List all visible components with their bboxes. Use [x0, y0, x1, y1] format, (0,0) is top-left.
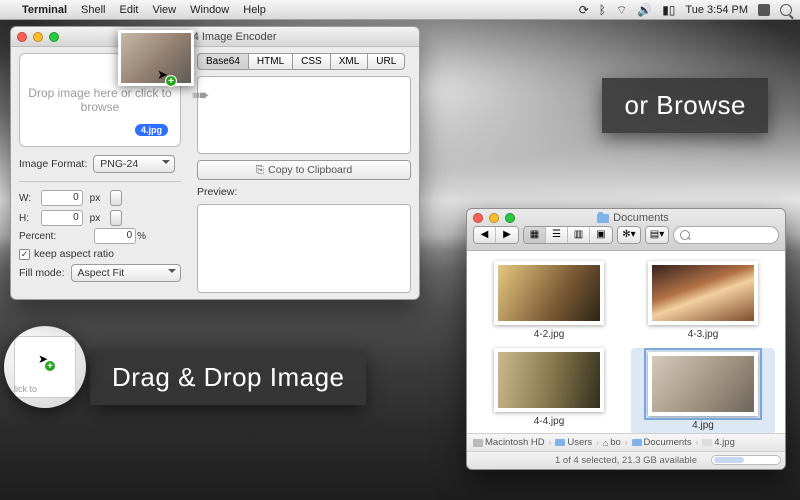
action-menu-button[interactable]: ✻▾	[618, 227, 640, 243]
width-input[interactable]: 0	[41, 190, 83, 206]
close-window-button[interactable]	[473, 213, 483, 223]
menu-edit[interactable]: Edit	[120, 4, 139, 16]
bubble-text: lick to	[14, 384, 37, 394]
fillmode-select[interactable]: Aspect Fit	[71, 264, 181, 282]
file-name: 4.jpg	[692, 420, 714, 431]
width-unit: px	[90, 193, 107, 204]
image-format-select[interactable]: PNG-24	[93, 155, 175, 173]
volume-status-icon[interactable]: 🔊	[637, 4, 652, 16]
file-thumbnail	[494, 261, 604, 325]
folder-icon	[597, 214, 609, 223]
nav-back-forward[interactable]: ◀ ▶	[473, 226, 519, 244]
image-icon	[702, 439, 712, 446]
app-menu[interactable]: Terminal	[22, 4, 67, 16]
file-name: 4-3.jpg	[688, 329, 719, 340]
copy-button-label: Copy to Clipboard	[268, 164, 352, 176]
dropzone-text: Drop image here or click to	[28, 86, 171, 100]
file-item[interactable]: 4-3.jpg	[631, 261, 775, 340]
tab-xml[interactable]: XML	[330, 53, 368, 70]
folder-icon	[555, 439, 565, 446]
preview-box	[197, 204, 411, 293]
percent-input[interactable]: 0	[94, 228, 136, 244]
finder-window: Documents ◀ ▶ ▦ ☰ ▥ ▣ ✻▾ ▤▾ 4-2.jpg	[466, 208, 786, 470]
encoder-window: Base64 Image Encoder Drop image here or …	[10, 26, 420, 300]
percent-label: Percent:	[19, 231, 91, 242]
arrow-right-icon: ➠	[191, 85, 209, 106]
mac-menubar: Terminal Shell Edit View Window Help ⟳ ᛒ…	[0, 0, 800, 20]
nav-forward-button[interactable]: ▶	[496, 227, 518, 243]
height-unit: px	[90, 213, 107, 224]
file-item[interactable]: 4-4.jpg	[477, 348, 621, 433]
encoder-titlebar[interactable]: Base64 Image Encoder	[11, 27, 419, 47]
coverflow-view-button[interactable]: ▣	[590, 227, 612, 243]
finder-path-bar[interactable]: Macintosh HD› Users› ⌂bo› Documents› 4.j…	[467, 433, 785, 451]
disk-icon	[473, 439, 483, 447]
icon-view-button[interactable]: ▦	[524, 227, 546, 243]
plus-badge-icon: +	[44, 360, 56, 372]
tab-css[interactable]: CSS	[292, 53, 330, 70]
menu-window[interactable]: Window	[190, 4, 229, 16]
dropped-file-badge: 4.jpg	[135, 124, 168, 136]
list-view-button[interactable]: ☰	[546, 227, 568, 243]
keep-aspect-label: keep aspect ratio	[34, 248, 114, 260]
tab-base64[interactable]: Base64	[197, 53, 248, 70]
bluetooth-status-icon[interactable]: ᛒ	[599, 4, 606, 16]
battery-status-icon[interactable]: ▮▯	[662, 4, 675, 16]
width-label: W:	[19, 193, 38, 204]
menu-help[interactable]: Help	[243, 4, 266, 16]
file-thumbnail	[648, 261, 758, 325]
height-label: H:	[19, 213, 38, 224]
finder-search-input[interactable]	[673, 226, 779, 244]
view-mode-segment: ▦ ☰ ▥ ▣	[523, 226, 613, 244]
format-label: Image Format:	[19, 158, 87, 170]
fillmode-label: Fill mode:	[19, 267, 65, 279]
finder-window-title: Documents	[487, 212, 779, 224]
plus-badge-icon: +	[165, 75, 177, 87]
tab-html[interactable]: HTML	[248, 53, 292, 70]
height-stepper[interactable]	[110, 210, 122, 226]
clipboard-icon: ⎘	[256, 164, 264, 177]
caption-drag-drop: Drag & Drop Image	[90, 350, 366, 405]
menu-shell[interactable]: Shell	[81, 4, 105, 16]
width-stepper[interactable]	[110, 190, 122, 206]
height-input[interactable]: 0	[41, 210, 83, 226]
finder-content[interactable]: 4-2.jpg 4-3.jpg 4-4.jpg 4.jpg	[467, 251, 785, 433]
file-name: 4-4.jpg	[534, 416, 565, 427]
output-textarea[interactable]	[197, 76, 411, 154]
wifi-status-icon[interactable]: ⌔	[616, 4, 627, 16]
horizontal-scrollbar[interactable]	[711, 455, 781, 465]
file-item-selected[interactable]: 4.jpg	[631, 348, 775, 433]
file-thumbnail	[494, 348, 604, 412]
user-menu-icon[interactable]	[758, 4, 770, 16]
output-tabs: Base64 HTML CSS XML URL	[197, 53, 411, 70]
folder-icon	[632, 439, 642, 446]
spotlight-icon[interactable]	[780, 4, 792, 16]
drag-ghost-thumbnail: ➤ +	[118, 30, 194, 86]
keep-aspect-checkbox[interactable]: ✓	[19, 249, 30, 260]
preview-label: Preview:	[197, 186, 411, 198]
menu-view[interactable]: View	[152, 4, 176, 16]
tab-url[interactable]: URL	[367, 53, 405, 70]
file-name: 4-2.jpg	[534, 329, 565, 340]
dropzone-text: browse	[81, 100, 120, 114]
percent-unit: %	[137, 231, 181, 242]
caption-or-browse: or Browse	[602, 78, 768, 133]
copy-to-clipboard-button[interactable]: ⎘ Copy to Clipboard	[197, 160, 411, 180]
divider	[19, 181, 181, 182]
nav-back-button[interactable]: ◀	[474, 227, 496, 243]
column-view-button[interactable]: ▥	[568, 227, 590, 243]
file-thumbnail	[648, 352, 758, 416]
finder-status-bar: 1 of 4 selected, 21.3 GB available	[467, 451, 785, 469]
encoder-window-title: Base64 Image Encoder	[25, 31, 413, 43]
home-icon: ⌂	[603, 438, 608, 448]
menubar-clock[interactable]: Tue 3:54 PM	[685, 4, 748, 16]
file-item[interactable]: 4-2.jpg	[477, 261, 621, 340]
arrange-menu-button[interactable]: ▤▾	[646, 227, 668, 243]
magnifier-bubble: ➤ + lick to	[4, 326, 86, 408]
sync-status-icon[interactable]: ⟳	[579, 4, 589, 16]
